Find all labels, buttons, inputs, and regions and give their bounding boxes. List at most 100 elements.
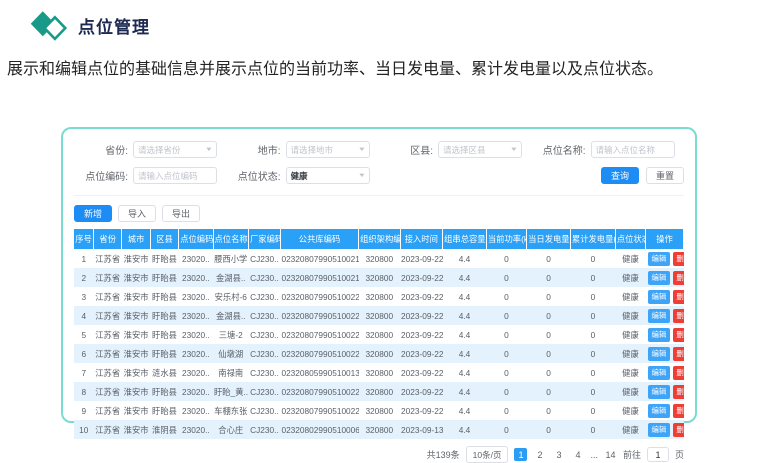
edit-button[interactable]: 编辑 xyxy=(648,252,670,266)
row-actions-cell: 编辑删除 xyxy=(646,363,684,382)
table-cell: 320800 xyxy=(359,382,400,401)
total-count: 共139条 xyxy=(427,448,460,461)
delete-button[interactable]: 删除 xyxy=(673,290,684,304)
table-cell: 6 xyxy=(74,344,94,363)
column-header: 点位编码 xyxy=(179,229,213,249)
table-cell: 淮安市 xyxy=(122,420,150,439)
table-cell: 健康 xyxy=(615,268,645,287)
page-number[interactable]: 3 xyxy=(552,448,565,461)
city-select[interactable]: 请选择地市 ▼ xyxy=(286,141,370,158)
column-header: 省份 xyxy=(94,229,122,249)
table-cell: 320800 xyxy=(359,287,400,306)
table-cell: 23020.. xyxy=(179,306,213,325)
table-cell: 健康 xyxy=(615,382,645,401)
page-size-select[interactable]: 10条/页 xyxy=(466,446,509,463)
table-cell: 金湖县.. xyxy=(213,268,249,287)
edit-button[interactable]: 编辑 xyxy=(648,404,670,418)
edit-button[interactable]: 编辑 xyxy=(648,423,670,437)
table-cell: 淮安市 xyxy=(122,325,150,344)
table-cell: 江苏省 xyxy=(94,325,122,344)
point-status-value: 健康 xyxy=(291,170,359,182)
column-header: 点位名称 xyxy=(213,229,249,249)
point-name-input[interactable] xyxy=(596,145,670,155)
table-cell: 8 xyxy=(74,382,94,401)
delete-button[interactable]: 删除 xyxy=(673,366,684,380)
delete-button[interactable]: 删除 xyxy=(673,252,684,266)
table-cell: 023208079905100218 xyxy=(280,249,358,268)
point-name-input-wrap xyxy=(591,141,675,158)
reset-button[interactable]: 重置 xyxy=(646,167,684,184)
page-number[interactable]: 4 xyxy=(571,448,584,461)
edit-button[interactable]: 编辑 xyxy=(648,385,670,399)
table-cell: 7 xyxy=(74,363,94,382)
table-cell: 0 xyxy=(570,401,615,420)
table-cell: 0 xyxy=(570,268,615,287)
delete-button[interactable]: 删除 xyxy=(673,347,684,361)
province-select[interactable]: 请选择省份 ▼ xyxy=(133,141,217,158)
page-number[interactable]: 1 xyxy=(514,448,527,461)
edit-button[interactable]: 编辑 xyxy=(648,271,670,285)
delete-button[interactable]: 删除 xyxy=(673,385,684,399)
column-header: 点位状态 xyxy=(615,229,645,249)
table-cell: 0 xyxy=(570,325,615,344)
table-cell: 4.4 xyxy=(443,401,487,420)
table-cell: 盱眙县 xyxy=(150,344,178,363)
page-title: 点位管理 xyxy=(78,13,150,38)
table-cell: 0 xyxy=(570,306,615,325)
delete-button[interactable]: 删除 xyxy=(673,404,684,418)
district-select[interactable]: 请选择区县 ▼ xyxy=(438,141,522,158)
table-cell: 4 xyxy=(74,306,94,325)
table-cell: 23020.. xyxy=(179,325,213,344)
table-cell: 淮安市 xyxy=(122,287,150,306)
edit-button[interactable]: 编辑 xyxy=(648,290,670,304)
double-diamond-icon xyxy=(29,9,67,42)
point-status-select[interactable]: 健康 ▼ xyxy=(286,167,370,184)
point-code-input[interactable] xyxy=(138,171,212,181)
table-cell: 4.4 xyxy=(443,268,487,287)
edit-button[interactable]: 编辑 xyxy=(648,366,670,380)
page-number[interactable]: 14 xyxy=(604,448,617,461)
add-button[interactable]: 新增 xyxy=(74,205,112,222)
edit-button[interactable]: 编辑 xyxy=(648,309,670,323)
table-cell: 0 xyxy=(570,382,615,401)
delete-button[interactable]: 删除 xyxy=(673,423,684,437)
column-header: 组串总容量(kW) xyxy=(443,229,487,249)
point-name-label: 点位名称: xyxy=(532,142,586,157)
goto-label: 前往 xyxy=(623,448,641,461)
chevron-down-icon: ▼ xyxy=(510,147,518,153)
goto-page-input[interactable] xyxy=(647,447,669,462)
column-header: 当前功率(kW) xyxy=(486,229,526,249)
row-actions-cell: 编辑删除 xyxy=(646,249,684,268)
table-cell: CJ230.. xyxy=(249,401,281,420)
delete-button[interactable]: 删除 xyxy=(673,309,684,323)
table-cell: 023208079905100225 xyxy=(280,401,358,420)
table-cell: 0 xyxy=(527,249,571,268)
table-cell: 0 xyxy=(527,287,571,306)
table-body: 1江苏省淮安市盱眙县23020..腰西小学CJ230..023208079905… xyxy=(74,249,684,439)
edit-button[interactable]: 编辑 xyxy=(648,347,670,361)
table-row: 4江苏省淮安市盱眙县23020..金湖县..CJ230..02320807990… xyxy=(74,306,684,325)
table-cell: 健康 xyxy=(615,363,645,382)
table-cell: 2023-09-22 xyxy=(400,306,443,325)
table-cell: 健康 xyxy=(615,325,645,344)
table-cell: 腰西小学 xyxy=(213,249,249,268)
table-cell: 2023-09-22 xyxy=(400,287,443,306)
table-cell: 盱眙县 xyxy=(150,382,178,401)
delete-button[interactable]: 删除 xyxy=(673,328,684,342)
table-cell: CJ230.. xyxy=(249,287,281,306)
page-ellipsis[interactable]: ... xyxy=(590,450,598,460)
table-cell: 0 xyxy=(486,306,526,325)
city-label: 地市: xyxy=(227,142,281,157)
table-cell: 4.4 xyxy=(443,306,487,325)
edit-button[interactable]: 编辑 xyxy=(648,328,670,342)
export-button[interactable]: 导出 xyxy=(162,205,200,222)
row-actions-cell: 编辑删除 xyxy=(646,420,684,439)
table-cell: 023208029905100063 xyxy=(280,420,358,439)
column-header: 厂家编码 xyxy=(249,229,281,249)
table-cell: 320800 xyxy=(359,306,400,325)
page-number[interactable]: 2 xyxy=(533,448,546,461)
table-cell: 023208079905100219 xyxy=(280,268,358,287)
import-button[interactable]: 导入 xyxy=(118,205,156,222)
delete-button[interactable]: 删除 xyxy=(673,271,684,285)
search-button[interactable]: 查询 xyxy=(601,167,639,184)
